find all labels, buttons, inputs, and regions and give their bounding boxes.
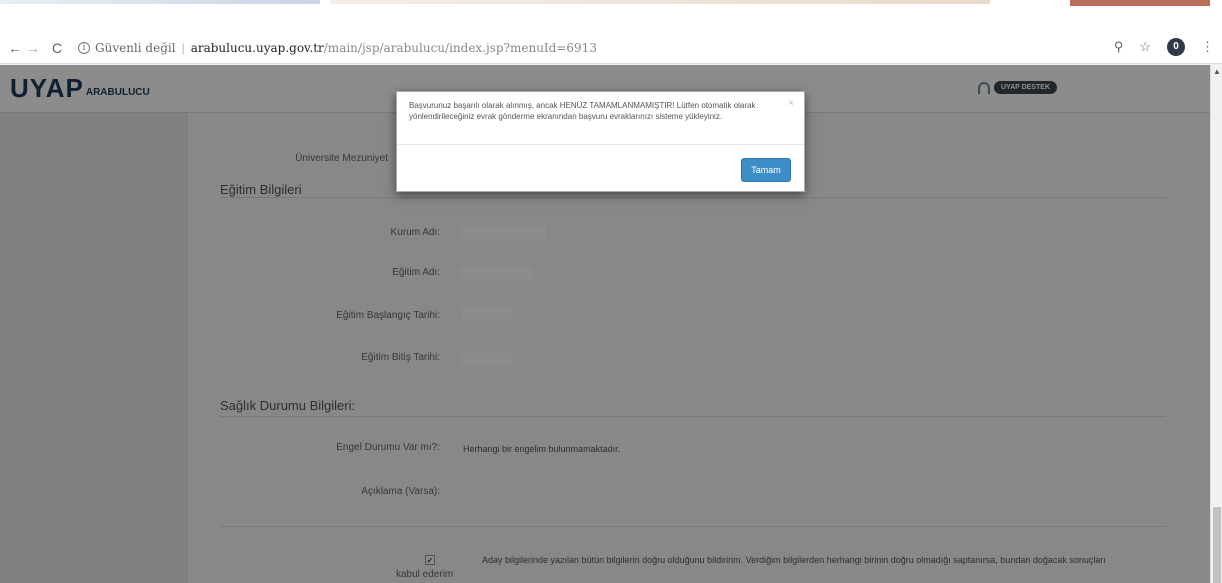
- close-icon[interactable]: ×: [788, 98, 794, 109]
- url-separator: |: [181, 40, 185, 55]
- dialog-message: Başvurunuz başarılı olarak alınmış, anca…: [409, 101, 756, 121]
- ok-button[interactable]: Tamam: [741, 158, 791, 182]
- address-bar: ← → C i Güvenli değil | arabulucu.uyap.g…: [0, 32, 1222, 64]
- security-status[interactable]: Güvenli değil: [95, 41, 176, 55]
- scroll-thumb[interactable]: [1213, 507, 1221, 583]
- dialog-divider: [397, 144, 804, 145]
- browser-tab-strip: [0, 0, 1222, 32]
- tab-strip-decoration: [0, 0, 320, 4]
- bookmark-star-icon[interactable]: ☆: [1139, 39, 1151, 55]
- info-icon[interactable]: i: [78, 41, 90, 54]
- zoom-icon[interactable]: ⚲: [1114, 39, 1124, 55]
- browser-menu-icon[interactable]: ⋮: [1201, 39, 1214, 55]
- scroll-up-icon[interactable]: ▲: [1213, 67, 1221, 76]
- url-path: /main/jsp/arabulucu/index.jsp?menuId=691…: [323, 40, 597, 55]
- tab-strip-decoration: [330, 0, 990, 4]
- reload-button[interactable]: C: [48, 40, 66, 56]
- address-bar-actions: ⚲ ☆ 0 ⋮: [1114, 38, 1214, 56]
- extension-icon[interactable]: 0: [1167, 38, 1185, 56]
- url-field[interactable]: arabulucu.uyap.gov.tr/main/jsp/arabulucu…: [191, 41, 597, 55]
- alert-dialog: Başvurunuz başarılı olarak alınmış, anca…: [396, 91, 805, 192]
- url-host: arabulucu.uyap.gov.tr: [190, 40, 324, 55]
- page-scrollbar[interactable]: ▲: [1210, 65, 1222, 583]
- back-button[interactable]: ←: [6, 40, 24, 56]
- forward-button[interactable]: →: [24, 40, 42, 56]
- tab-strip-decoration: [1070, 0, 1210, 6]
